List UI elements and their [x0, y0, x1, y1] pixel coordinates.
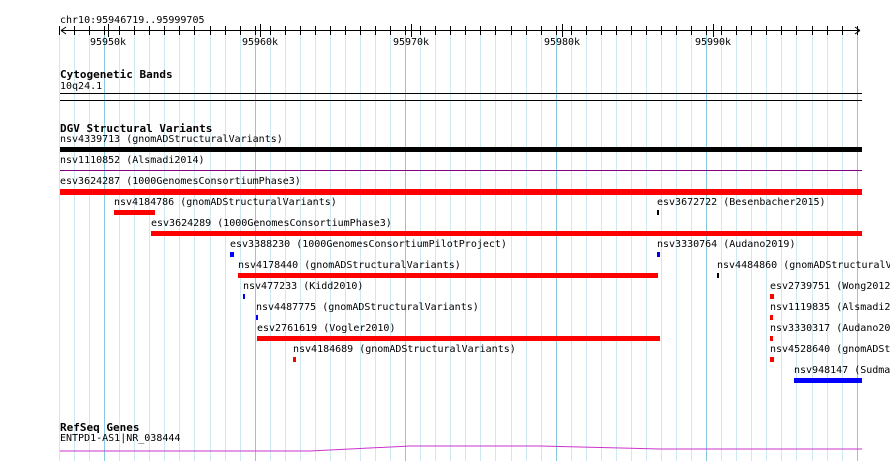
variant-bar[interactable] — [770, 357, 774, 362]
variant-label[interactable]: nsv4487775 (gnomADStructuralVariants) — [256, 302, 479, 314]
cytoband-ideogram[interactable] — [0, 88, 890, 108]
genome-browser: chr10:95946719..95999705 95950k 95960k 959… — [0, 0, 890, 461]
variant-bar[interactable] — [60, 189, 862, 195]
variant-bar[interactable] — [657, 210, 659, 215]
variant-label[interactable]: esv3624287 (1000GenomesConsortiumPhase3) — [60, 176, 301, 188]
variant-label[interactable]: nsv477233 (Kidd2010) — [243, 281, 363, 293]
variant-bar[interactable] — [230, 252, 234, 257]
variant-bar[interactable] — [257, 336, 660, 341]
ruler-tick-label: 95990k — [695, 37, 731, 48]
variant-label[interactable]: nsv4184689 (gnomADStructuralVariants) — [293, 344, 516, 356]
variant-label[interactable]: nsv4484860 (gnomADStructuralV — [717, 260, 890, 272]
variant-label[interactable]: esv3624289 (1000GenomesConsortiumPhase3) — [151, 218, 392, 230]
variant-label[interactable]: nsv948147 (Sudma — [794, 365, 890, 377]
variant-label[interactable]: nsv3330317 (Audano20 — [770, 323, 890, 335]
variant-label[interactable]: esv3388230 (1000GenomesConsortiumPilotPr… — [230, 239, 507, 251]
ruler-tick-label: 95960k — [242, 37, 278, 48]
variant-bar[interactable] — [256, 315, 258, 320]
variant-bar[interactable] — [151, 231, 862, 236]
variant-label[interactable]: nsv3330764 (Audano2019) — [657, 239, 795, 251]
variant-label[interactable]: nsv4184786 (gnomADStructuralVariants) — [114, 197, 337, 209]
cytoband-track-title: Cytogenetic Bands — [60, 68, 173, 81]
variant-label[interactable]: esv3672722 (Besenbacher2015) — [657, 197, 826, 209]
variant-bar[interactable] — [293, 357, 296, 362]
variant-bar[interactable] — [114, 210, 155, 215]
ruler-tick-label: 95970k — [393, 37, 429, 48]
variant-bar[interactable] — [238, 273, 658, 278]
variant-bar[interactable] — [243, 294, 245, 299]
variant-label[interactable]: nsv4178440 (gnomADStructuralVariants) — [238, 260, 461, 272]
variant-bar[interactable] — [794, 378, 862, 383]
variant-label[interactable]: nsv1110852 (Alsmadi2014) — [60, 155, 205, 167]
gene-model[interactable] — [0, 442, 890, 462]
ruler-tick-label: 95980k — [544, 37, 580, 48]
ruler[interactable]: 95950k 95960k 95970k 95980k 95990k — [0, 0, 890, 60]
variant-bar[interactable] — [770, 315, 773, 320]
variant-bar[interactable] — [770, 294, 774, 299]
variant-bar[interactable] — [657, 252, 660, 257]
variant-label[interactable]: esv2761619 (Vogler2010) — [257, 323, 395, 335]
variant-bar[interactable] — [60, 147, 862, 152]
variant-bar[interactable] — [770, 336, 773, 341]
variant-label[interactable]: nsv4339713 (gnomADStructuralVariants) — [60, 134, 283, 146]
variant-bar[interactable] — [717, 273, 719, 278]
variant-bar[interactable] — [60, 170, 862, 171]
ruler-tick-label: 95950k — [90, 37, 126, 48]
variant-label[interactable]: nsv1119835 (Alsmadi2 — [770, 302, 890, 314]
gene-intron-line — [60, 445, 862, 452]
variant-label[interactable]: nsv4528640 (gnomADSt — [770, 344, 890, 356]
variant-label[interactable]: esv2739751 (Wong2012 — [770, 281, 890, 293]
